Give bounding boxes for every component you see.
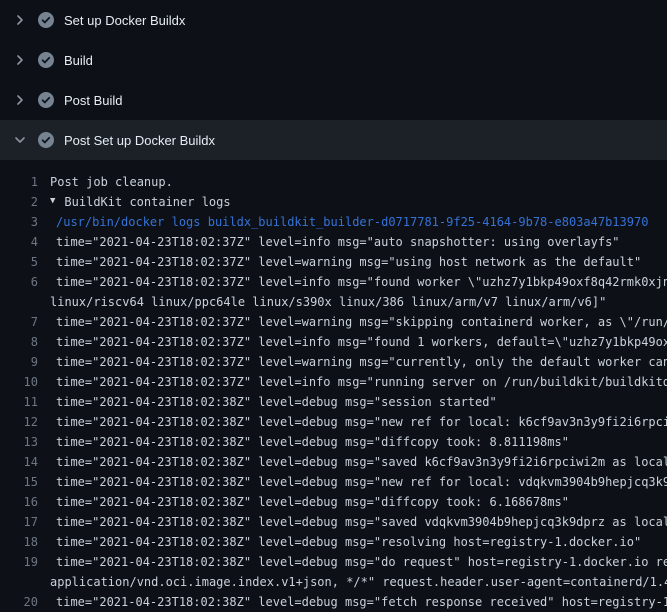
log-line: 12 time="2021-04-23T18:02:38Z" level=deb… [0,412,667,432]
line-number[interactable]: 4 [0,232,50,252]
log-line: 4 time="2021-04-23T18:02:37Z" level=info… [0,232,667,252]
line-text: application/vnd.oci.image.index.v1+json,… [50,572,667,592]
step-title: Post Build [64,93,123,108]
log-line: 10 time="2021-04-23T18:02:37Z" level=inf… [0,372,667,392]
log-line: 5 time="2021-04-23T18:02:37Z" level=warn… [0,252,667,272]
line-number[interactable]: 17 [0,512,50,532]
check-circle-icon [38,132,54,148]
check-circle-icon [38,12,54,28]
line-number[interactable]: 5 [0,252,50,272]
log-line: 14 time="2021-04-23T18:02:38Z" level=deb… [0,452,667,472]
line-text: ▼BuildKit container logs [50,192,231,212]
line-number[interactable]: 1 [0,172,50,192]
line-text: linux/riscv64 linux/ppc64le linux/s390x … [50,292,606,312]
line-number[interactable]: 14 [0,452,50,472]
chevron-icon[interactable] [12,12,28,28]
line-number[interactable]: 20 [0,592,50,612]
line-number[interactable]: 19 [0,552,50,572]
step-header[interactable]: Post Set up Docker Buildx [0,120,667,160]
line-text: time="2021-04-23T18:02:38Z" level=debug … [50,412,667,432]
log-line: 17 time="2021-04-23T18:02:38Z" level=deb… [0,512,667,532]
log-lines: 1 Post job cleanup. 2 ▼BuildKit containe… [0,160,667,612]
line-text: time="2021-04-23T18:02:37Z" level=warnin… [50,312,667,332]
line-text: /usr/bin/docker logs buildx_buildkit_bui… [50,212,648,232]
step-header[interactable]: Build [0,40,667,80]
line-number[interactable]: 6 [0,272,50,292]
log-line: 15 time="2021-04-23T18:02:38Z" level=deb… [0,472,667,492]
check-circle-icon [38,92,54,108]
log-line: 19 time="2021-04-23T18:02:38Z" level=deb… [0,552,667,572]
log-group-expander-icon[interactable]: ▼ [50,191,55,211]
log-line: 20 time="2021-04-23T18:02:38Z" level=deb… [0,592,667,612]
log-line: 6 time="2021-04-23T18:02:37Z" level=info… [0,272,667,292]
line-text: time="2021-04-23T18:02:38Z" level=debug … [50,592,667,612]
line-number[interactable]: 9 [0,352,50,372]
log-line: 2 ▼BuildKit container logs [0,192,667,212]
line-text: Post job cleanup. [50,172,173,192]
log-line: 11 time="2021-04-23T18:02:38Z" level=deb… [0,392,667,412]
chevron-icon[interactable] [12,132,28,148]
line-text: time="2021-04-23T18:02:37Z" level=info m… [50,332,667,352]
chevron-icon[interactable] [12,52,28,68]
line-text: time="2021-04-23T18:02:37Z" level=info m… [50,232,620,252]
log-line: 18 time="2021-04-23T18:02:38Z" level=deb… [0,532,667,552]
step-title: Set up Docker Buildx [64,13,185,28]
line-text: time="2021-04-23T18:02:38Z" level=debug … [50,392,497,412]
line-text: time="2021-04-23T18:02:38Z" level=debug … [50,532,641,552]
log-line: linux/riscv64 linux/ppc64le linux/s390x … [0,292,667,312]
step-header[interactable]: Post Build [0,80,667,120]
chevron-icon[interactable] [12,92,28,108]
log-line: 3 /usr/bin/docker logs buildx_buildkit_b… [0,212,667,232]
line-number[interactable]: 10 [0,372,50,392]
log-line: 16 time="2021-04-23T18:02:38Z" level=deb… [0,492,667,512]
line-text: time="2021-04-23T18:02:38Z" level=debug … [50,512,667,532]
log-line: 8 time="2021-04-23T18:02:37Z" level=info… [0,332,667,352]
line-number[interactable]: 13 [0,432,50,452]
step-title: Post Set up Docker Buildx [64,133,215,148]
line-text: time="2021-04-23T18:02:37Z" level=info m… [50,372,667,392]
log-line: 1 Post job cleanup. [0,172,667,192]
log-line: application/vnd.oci.image.index.v1+json,… [0,572,667,592]
log-line: 9 time="2021-04-23T18:02:37Z" level=warn… [0,352,667,372]
actions-log-viewer: Set up Docker Buildx Build Post Buil [0,0,667,612]
line-number[interactable]: 11 [0,392,50,412]
line-number[interactable]: 3 [0,212,50,232]
line-number[interactable]: 12 [0,412,50,432]
step-title: Build [64,53,93,68]
line-number[interactable]: 18 [0,532,50,552]
line-text: time="2021-04-23T18:02:38Z" level=debug … [50,432,569,452]
line-number[interactable]: 2 [0,192,50,212]
line-text: time="2021-04-23T18:02:37Z" level=info m… [50,272,667,292]
line-text: time="2021-04-23T18:02:38Z" level=debug … [50,492,569,512]
line-text: time="2021-04-23T18:02:37Z" level=warnin… [50,252,641,272]
log-line: 13 time="2021-04-23T18:02:38Z" level=deb… [0,432,667,452]
line-number[interactable]: 16 [0,492,50,512]
check-circle-icon [38,52,54,68]
line-number[interactable]: 7 [0,312,50,332]
line-number[interactable]: 15 [0,472,50,492]
step-list: Set up Docker Buildx Build Post Buil [0,0,667,160]
line-text: time="2021-04-23T18:02:37Z" level=warnin… [50,352,667,372]
step-header[interactable]: Set up Docker Buildx [0,0,667,40]
line-text: time="2021-04-23T18:02:38Z" level=debug … [50,472,667,492]
line-number[interactable]: 8 [0,332,50,352]
line-text: time="2021-04-23T18:02:38Z" level=debug … [50,552,667,572]
line-text: time="2021-04-23T18:02:38Z" level=debug … [50,452,667,472]
log-line: 7 time="2021-04-23T18:02:37Z" level=warn… [0,312,667,332]
